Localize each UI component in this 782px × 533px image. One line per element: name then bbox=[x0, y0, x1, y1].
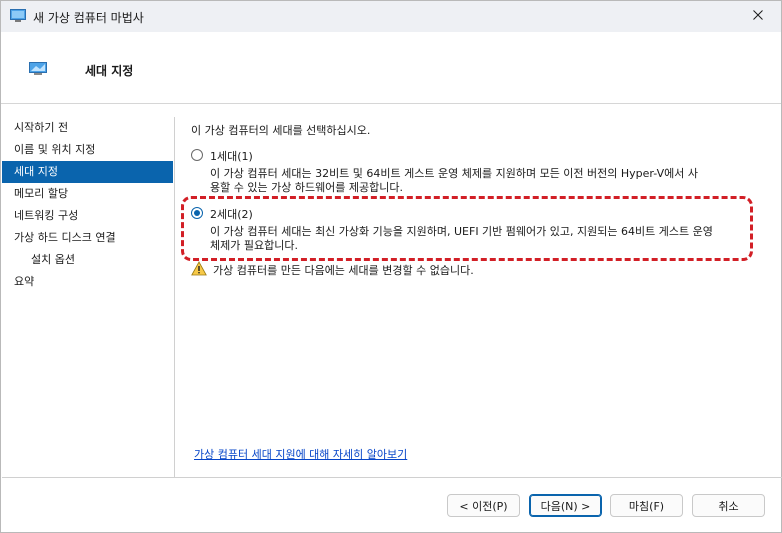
generation-1-description-line: 용할 수 있는 가상 하드웨어를 제공합니다. bbox=[210, 181, 404, 194]
generation-2-label[interactable]: 2세대(2) bbox=[210, 206, 253, 222]
sidebar-item-summary[interactable]: 요약 bbox=[2, 271, 173, 293]
sidebar-item-installation-options[interactable]: 설치 옵션 bbox=[2, 249, 173, 271]
close-icon bbox=[753, 10, 763, 23]
sidebar-item-memory[interactable]: 메모리 할당 bbox=[2, 183, 173, 205]
generation-1-radio[interactable] bbox=[191, 149, 203, 161]
new-vm-wizard-window: 새 가상 컴퓨터 마법사 세대 지정 시작하기 전 이름 및 위치 지정 세대 … bbox=[0, 0, 782, 533]
warning-text: 가상 컴퓨터를 만든 다음에는 세대를 변경할 수 없습니다. bbox=[213, 264, 474, 277]
sidebar-item-name-location[interactable]: 이름 및 위치 지정 bbox=[2, 139, 173, 161]
sidebar-item-virtual-hard-disk[interactable]: 가상 하드 디스크 연결 bbox=[2, 227, 173, 249]
generation-1-description-line: 이 가상 컴퓨터 세대는 32비트 및 64비트 게스트 운영 체제를 지원하며… bbox=[210, 167, 698, 180]
page-title: 세대 지정 bbox=[85, 64, 134, 78]
instruction-text: 이 가상 컴퓨터의 세대를 선택하십시오. bbox=[191, 124, 371, 137]
sidebar-item-networking[interactable]: 네트워킹 구성 bbox=[2, 205, 173, 227]
monitor-icon bbox=[10, 9, 26, 26]
next-button[interactable]: 다음(N) > bbox=[529, 494, 602, 517]
sidebar-item-generation[interactable]: 세대 지정 bbox=[2, 161, 173, 183]
generation-1-label[interactable]: 1세대(1) bbox=[210, 148, 253, 164]
cancel-button[interactable]: 취소 bbox=[692, 494, 765, 517]
title-bar: 새 가상 컴퓨터 마법사 bbox=[1, 1, 781, 32]
learn-more-link[interactable]: 가상 컴퓨터 세대 지원에 대해 자세히 알아보기 bbox=[194, 446, 407, 462]
generation-2-radio[interactable] bbox=[191, 207, 203, 219]
wizard-steps-sidebar: 시작하기 전 이름 및 위치 지정 세대 지정 메모리 할당 네트워킹 구성 가… bbox=[2, 117, 173, 293]
sidebar-divider bbox=[174, 117, 175, 477]
generation-1-description: 이 가상 컴퓨터 세대는 32비트 및 64비트 게스트 운영 체제를 지원하며… bbox=[210, 167, 750, 195]
warning-icon bbox=[191, 261, 207, 279]
previous-button[interactable]: < 이전(P) bbox=[447, 494, 520, 517]
generation-2-description-line: 체제가 필요합니다. bbox=[210, 239, 298, 252]
generation-2-description-line: 이 가상 컴퓨터 세대는 최신 가상화 기능을 지원하며, UEFI 기반 펌웨… bbox=[210, 225, 713, 238]
page-header: 세대 지정 bbox=[1, 32, 781, 104]
finish-button[interactable]: 마침(F) bbox=[610, 494, 683, 517]
close-button[interactable] bbox=[735, 1, 781, 32]
monitor-icon bbox=[29, 62, 47, 79]
sidebar-item-before-you-begin[interactable]: 시작하기 전 bbox=[2, 117, 173, 139]
generation-2-description: 이 가상 컴퓨터 세대는 최신 가상화 기능을 지원하며, UEFI 기반 펌웨… bbox=[210, 225, 750, 253]
window-title: 새 가상 컴퓨터 마법사 bbox=[33, 11, 144, 25]
footer-divider bbox=[2, 477, 782, 478]
